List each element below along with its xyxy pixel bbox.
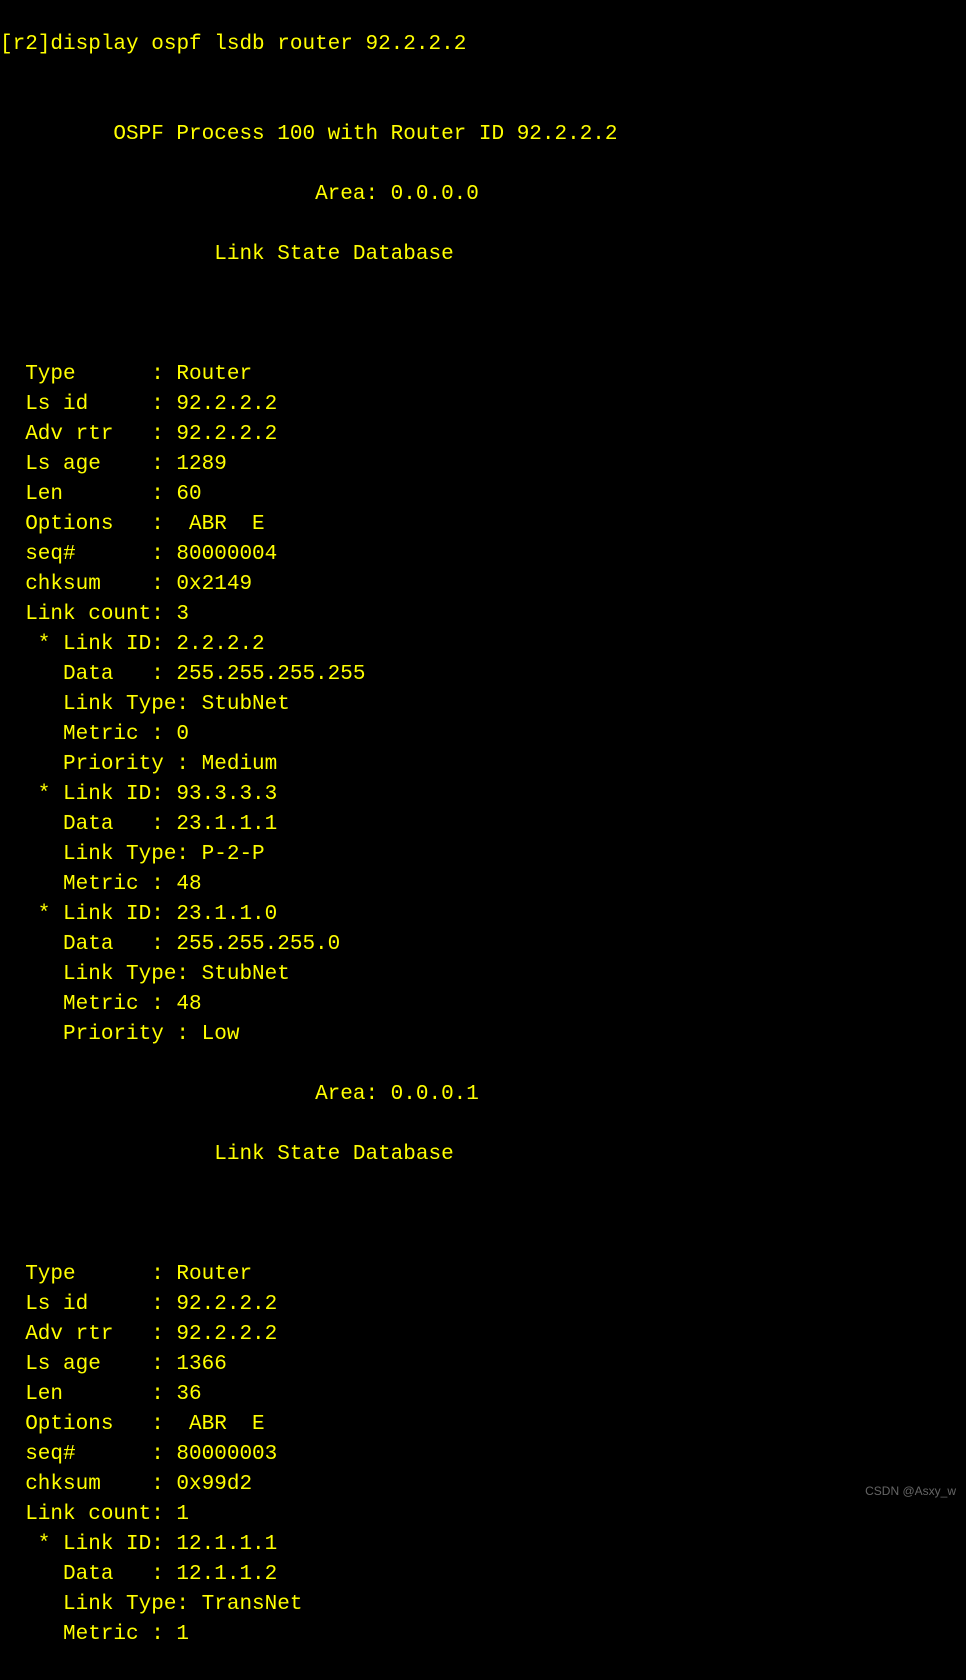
link-kv-line: Metric : 48 xyxy=(0,990,966,1020)
blank-line xyxy=(0,1233,13,1256)
link-kv-line: * Link ID: 2.2.2.2 xyxy=(0,630,966,660)
area-label: Area: 0.0.0.0 xyxy=(315,183,479,206)
kv-line: Len : 36 xyxy=(0,1380,966,1410)
prompt-line[interactable]: [r2]display ospf lsdb router 92.2.2.2 xyxy=(0,30,966,60)
lsa-block-1: Type : Router Ls id : 92.2.2.2 Adv rtr :… xyxy=(0,1260,966,1650)
link-kv-line: Link Type: StubNet xyxy=(0,960,966,990)
header-process: OSPF Process 100 with Router ID 92.2.2.2 xyxy=(113,123,617,146)
kv-line: Ls age : 1289 xyxy=(0,450,966,480)
link-kv-line: Data : 255.255.255.0 xyxy=(0,930,966,960)
link-kv-line: * Link ID: 93.3.3.3 xyxy=(0,780,966,810)
blank-line xyxy=(0,333,13,356)
link-kv-line: * Link ID: 23.1.1.0 xyxy=(0,900,966,930)
link-kv-line: Metric : 48 xyxy=(0,870,966,900)
link-kv-line: Metric : 0 xyxy=(0,720,966,750)
link-kv-line: Priority : Low xyxy=(0,1020,966,1050)
header-db-0: Link State Database xyxy=(0,240,966,270)
header-db-1: Link State Database xyxy=(0,1140,966,1170)
kv-line: Ls id : 92.2.2.2 xyxy=(0,390,966,420)
link-kv-line: Metric : 1 xyxy=(0,1620,966,1650)
blank-line xyxy=(0,1203,13,1226)
kv-line: Type : Router xyxy=(0,360,966,390)
link-kv-line: Link Type: P-2-P xyxy=(0,840,966,870)
link-kv-line: Data : 12.1.1.2 xyxy=(0,1560,966,1590)
link-kv-line: Data : 23.1.1.1 xyxy=(0,810,966,840)
terminal-output: [r2]display ospf lsdb router 92.2.2.2 OS… xyxy=(0,0,966,1680)
link-kv-line: * Link ID: 12.1.1.1 xyxy=(0,1530,966,1560)
header-line: OSPF Process 100 with Router ID 92.2.2.2 xyxy=(0,120,966,150)
header-area-1: Area: 0.0.0.1 xyxy=(0,1080,966,1110)
blank-line xyxy=(0,93,13,116)
command-text: display ospf lsdb router 92.2.2.2 xyxy=(50,33,466,56)
kv-line: chksum : 0x2149 xyxy=(0,570,966,600)
kv-line: Adv rtr : 92.2.2.2 xyxy=(0,420,966,450)
area-label: Area: 0.0.0.1 xyxy=(315,1083,479,1106)
kv-line: Adv rtr : 92.2.2.2 xyxy=(0,1320,966,1350)
kv-line: Options : ABR E xyxy=(0,510,966,540)
blank-line xyxy=(0,303,13,326)
prompt-host: [r2] xyxy=(0,33,50,56)
link-kv-line: Priority : Medium xyxy=(0,750,966,780)
kv-line: Options : ABR E xyxy=(0,1410,966,1440)
kv-line: Link count: 3 xyxy=(0,600,966,630)
kv-line: Link count: 1 xyxy=(0,1500,966,1530)
kv-line: chksum : 0x99d2 xyxy=(0,1470,966,1500)
link-kv-line: Link Type: TransNet xyxy=(0,1590,966,1620)
kv-line: Len : 60 xyxy=(0,480,966,510)
lsa-block-0: Type : Router Ls id : 92.2.2.2 Adv rtr :… xyxy=(0,360,966,1050)
db-label: Link State Database xyxy=(214,1143,453,1166)
header-area-0: Area: 0.0.0.0 xyxy=(0,180,966,210)
kv-line: Ls id : 92.2.2.2 xyxy=(0,1290,966,1320)
kv-line: Type : Router xyxy=(0,1260,966,1290)
kv-line: seq# : 80000004 xyxy=(0,540,966,570)
link-kv-line: Data : 255.255.255.255 xyxy=(0,660,966,690)
link-kv-line: Link Type: StubNet xyxy=(0,690,966,720)
kv-line: seq# : 80000003 xyxy=(0,1440,966,1470)
kv-line: Ls age : 1366 xyxy=(0,1350,966,1380)
db-label: Link State Database xyxy=(214,243,453,266)
